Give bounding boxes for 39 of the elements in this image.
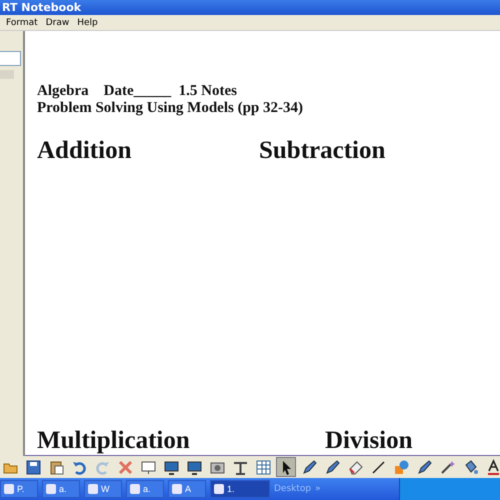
menu-item[interactable]: Help (77, 18, 98, 28)
app-icon (88, 484, 98, 494)
taskbar-button[interactable]: a. (126, 480, 164, 498)
page-subtitle: Problem Solving Using Models (pp 32-34) (37, 100, 304, 117)
taskbar-button[interactable]: W (84, 480, 122, 498)
desktop-toolbar-label[interactable]: Desktop (274, 484, 312, 494)
app-icon (46, 484, 56, 494)
magic-wand-icon (438, 458, 456, 476)
app-icon (172, 484, 182, 494)
taskbar-button[interactable]: P. (0, 480, 38, 498)
app-icon (214, 484, 224, 494)
pen-icon (416, 458, 432, 476)
taskbar-button[interactable]: A (168, 480, 206, 498)
tool-button[interactable] (276, 457, 296, 477)
table-icon (254, 458, 272, 476)
section-heading: Division (324, 427, 414, 455)
delete-icon (116, 458, 134, 476)
line-icon (370, 458, 386, 476)
monitor-icon (186, 458, 202, 476)
section-heading: Multiplication (37, 427, 191, 455)
menu-item[interactable]: Draw (46, 18, 70, 28)
clipboard-icon (48, 458, 64, 476)
taskbar-button[interactable]: a. (42, 480, 80, 498)
page-header: Algebra Date_____ 1.5 Notes (37, 83, 238, 100)
pen-icon (324, 458, 340, 476)
app-icon (4, 484, 14, 494)
shapes-icon (392, 458, 410, 476)
taskbar-button[interactable]: 1. (210, 480, 270, 498)
section-heading: Subtraction (259, 137, 386, 165)
pen-icon (300, 458, 318, 476)
monitor-icon (162, 458, 180, 476)
app-icon (130, 484, 140, 494)
menu-item[interactable]: Format (6, 18, 38, 28)
input-field[interactable] (0, 51, 21, 66)
eraser-icon (346, 458, 364, 476)
more-button[interactable]: » (315, 484, 321, 494)
section-heading: Addition (37, 137, 132, 165)
screen-icon (140, 458, 156, 476)
window-title: RT Notebook (0, 0, 500, 15)
